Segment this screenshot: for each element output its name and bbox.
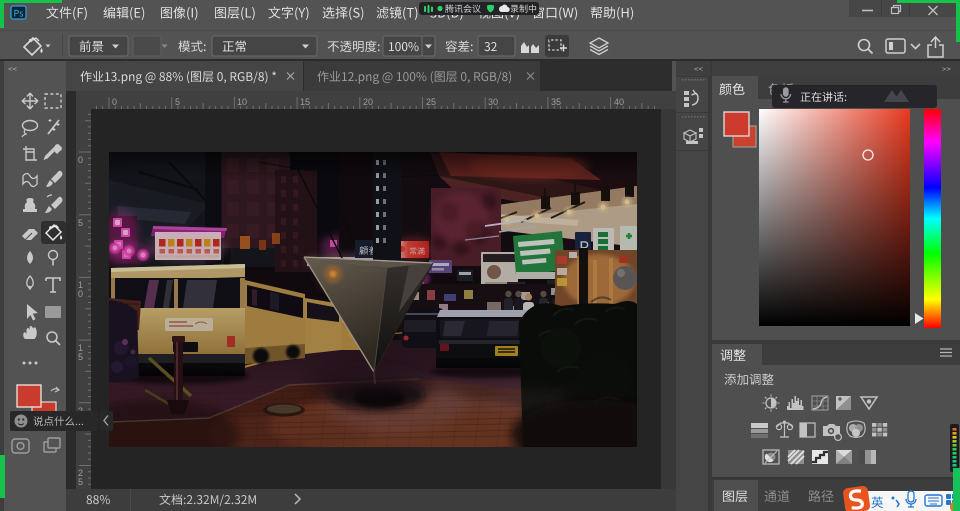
svg-text:35: 35 (551, 97, 561, 107)
svg-text:0: 0 (78, 289, 83, 299)
svg-text:20: 20 (363, 97, 373, 107)
svg-text:40: 40 (614, 97, 624, 107)
svg-text:15: 15 (300, 97, 310, 107)
svg-text:5: 5 (78, 352, 83, 362)
svg-text:5: 5 (78, 477, 83, 487)
svg-text:5: 5 (175, 97, 180, 107)
svg-text:0: 0 (78, 155, 83, 165)
svg-text:25: 25 (426, 97, 436, 107)
svg-text:30: 30 (488, 97, 498, 107)
svg-text:10: 10 (237, 97, 247, 107)
svg-text:5: 5 (78, 218, 83, 228)
svg-text:0: 0 (112, 97, 117, 107)
